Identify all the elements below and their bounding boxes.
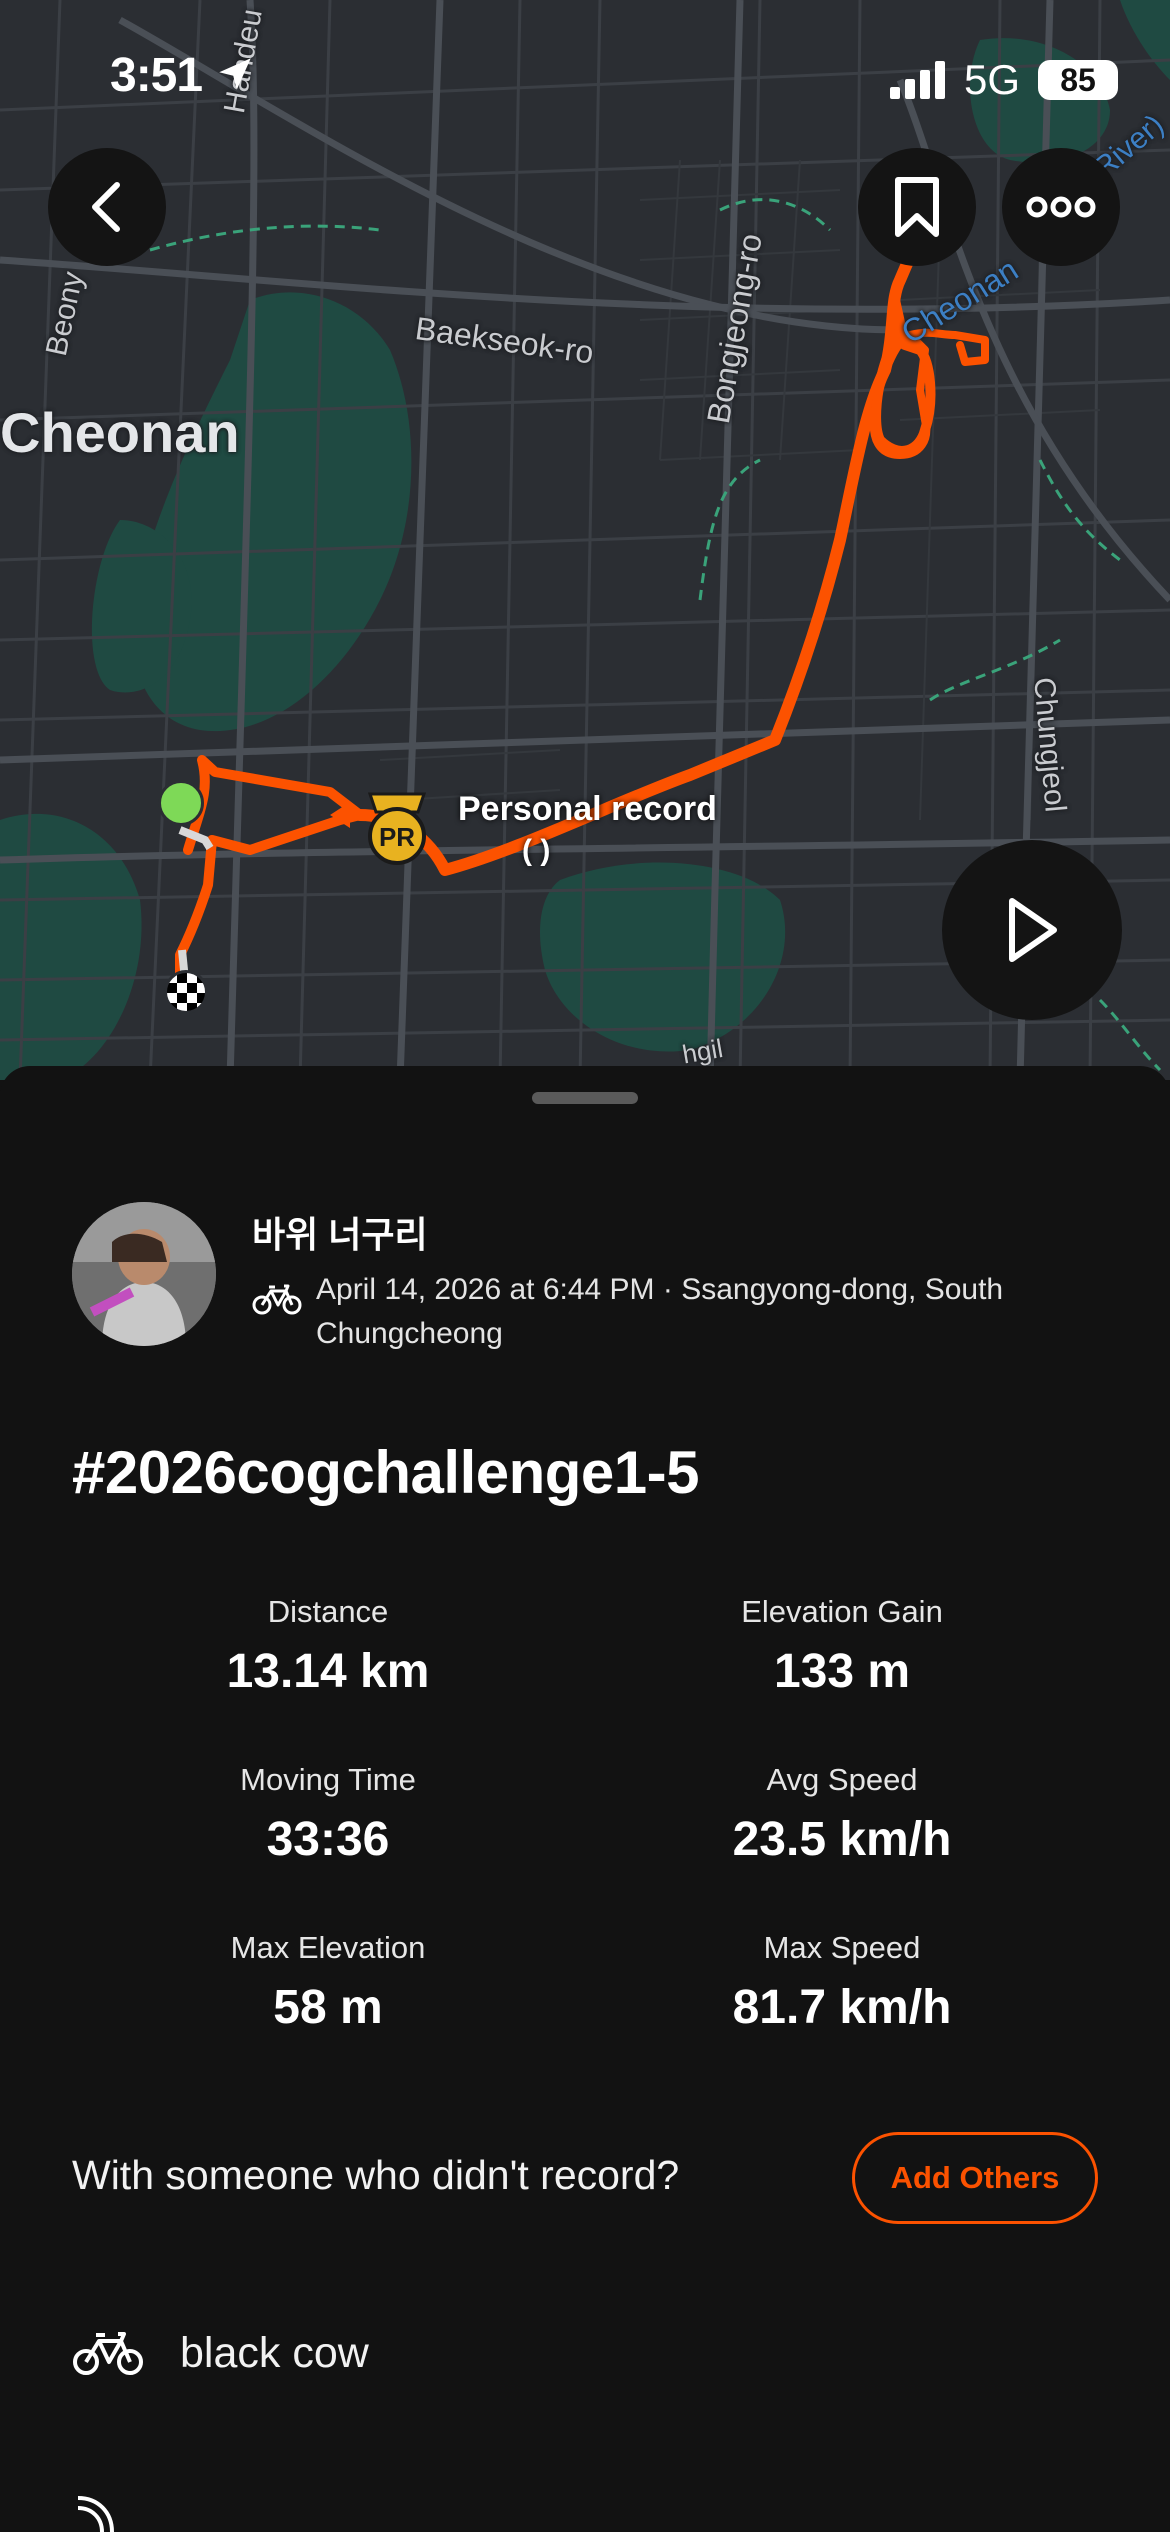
stat-avg-speed: Avg Speed 23.5 km/h: [642, 1762, 1042, 1867]
play-flyover-button[interactable]: [942, 840, 1122, 1020]
bookmark-icon: [895, 177, 939, 237]
stat-distance: Distance 13.14 km: [128, 1594, 528, 1699]
sensor-icon: [77, 2496, 114, 2532]
gear-row[interactable]: black cow: [72, 2328, 369, 2378]
chevron-left-icon: [92, 182, 120, 232]
status-indicators: 5G 85: [889, 56, 1118, 104]
stat-elevation-gain: Elevation Gain 133 m: [642, 1594, 1042, 1699]
battery-icon: 85: [1038, 60, 1118, 100]
stat-moving-time: Moving Time 33:36: [128, 1762, 528, 1867]
gear-name: black cow: [180, 2328, 369, 2377]
stat-max-elevation: Max Elevation 58 m: [128, 1930, 528, 2035]
back-button[interactable]: [48, 148, 166, 266]
stat-label: Elevation Gain: [741, 1594, 943, 1629]
more-button[interactable]: [1002, 148, 1120, 266]
stat-label: Max Elevation: [230, 1930, 426, 1965]
ride-icon: [252, 1284, 302, 1315]
add-others-button[interactable]: Add Others: [852, 2132, 1098, 2224]
stat-value: 33:36: [266, 1813, 390, 1866]
add-others-prompt: With someone who didn't record?: [72, 2152, 680, 2198]
location-arrow-icon: [219, 58, 252, 90]
stat-label: Avg Speed: [766, 1762, 918, 1797]
stat-label: Distance: [267, 1594, 389, 1629]
activity-map[interactable]: PR Personal record ( ) Cheonan Baekseok-…: [0, 0, 1170, 1080]
pr-badge-text: PR: [379, 822, 415, 852]
athlete-name[interactable]: 바위 너구리: [252, 1206, 428, 1258]
athlete-photo: [72, 1202, 216, 1346]
bike-icon: [73, 2332, 143, 2375]
stat-value: 23.5 km/h: [732, 1813, 952, 1866]
stat-value: 133 m: [773, 1645, 911, 1698]
personal-record-badge[interactable]: PR: [362, 790, 432, 866]
map-label-city: Cheonan: [0, 401, 240, 464]
activity-details-sheet[interactable]: 바위 너구리 April 14, 2026 at 6:44 PM · Ssang…: [0, 1066, 1170, 2532]
stat-value: 13.14 km: [226, 1645, 430, 1698]
activity-date-location: April 14, 2026 at 6:44 PM · Ssangyong-do…: [316, 1273, 1004, 1350]
more-icon: [1026, 196, 1096, 218]
play-icon: [1009, 898, 1057, 962]
activity-title: #2026cogchallenge1-5: [72, 1439, 700, 1506]
finish-flag-icon: [164, 970, 208, 1014]
activity-meta: April 14, 2026 at 6:44 PM · Ssangyong-do…: [252, 1268, 1116, 1356]
stat-max-speed: Max Speed 81.7 km/h: [642, 1930, 1042, 2035]
personal-record-sub: ( ): [522, 834, 551, 867]
stat-label: Max Speed: [763, 1930, 921, 1965]
sheet-drag-handle[interactable]: [532, 1092, 638, 1104]
signal-icon: [889, 61, 945, 99]
save-route-button[interactable]: [858, 148, 976, 266]
stat-label: Moving Time: [240, 1762, 416, 1797]
start-marker: [158, 780, 204, 826]
avatar[interactable]: [72, 1202, 216, 1346]
status-time: 3:51: [110, 48, 256, 103]
personal-record-label[interactable]: Personal record: [458, 790, 717, 829]
network-type: 5G: [963, 56, 1020, 103]
stat-value: 58 m: [273, 1981, 383, 2034]
stat-value: 81.7 km/h: [732, 1981, 952, 2034]
